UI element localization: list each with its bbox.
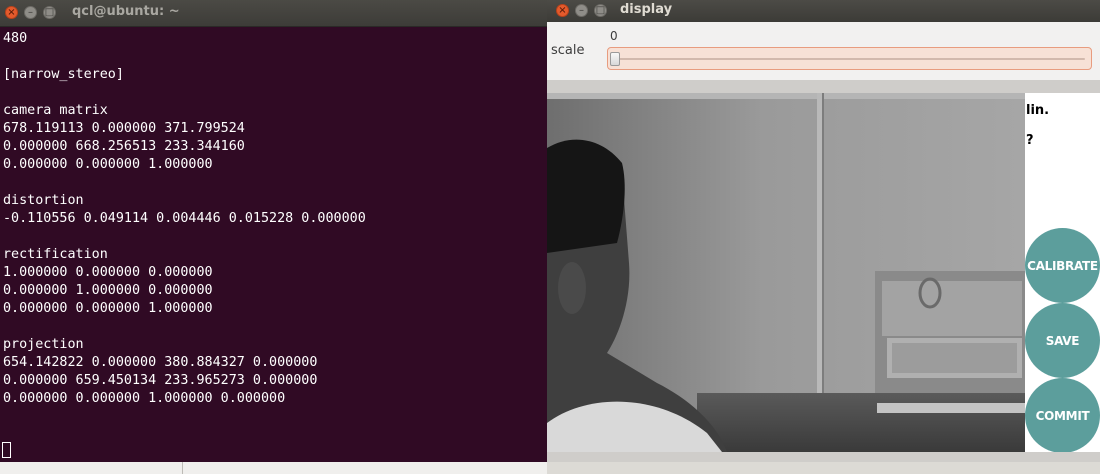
terminal-line: projection (3, 337, 84, 352)
terminal-line: 0.000000 0.000000 1.000000 (3, 157, 213, 172)
close-icon[interactable]: × (5, 6, 18, 19)
save-button[interactable]: SAVE (1025, 303, 1100, 378)
control-panel: lin. ? CALIBRATE SAVE COMMIT (1025, 93, 1100, 453)
terminal-line: rectification (3, 247, 108, 262)
desktop-bottom-strip (0, 462, 547, 474)
scale-value: 0 (610, 29, 618, 43)
terminal-line: 678.119113 0.000000 371.799524 (3, 121, 245, 136)
display-bottom-bar (547, 452, 1100, 474)
status-text-question: ? (1026, 133, 1034, 148)
terminal-line: -0.110556 0.049114 0.004446 0.015228 0.0… (3, 211, 366, 226)
terminal-titlebar: × – □ qcl@ubuntu: ~ (0, 0, 547, 27)
terminal-line: 654.142822 0.000000 380.884327 0.000000 (3, 355, 318, 370)
terminal-line: 0.000000 659.450134 233.965273 0.000000 (3, 373, 318, 388)
maximize-icon[interactable]: □ (594, 4, 607, 17)
separator-band (547, 80, 1100, 93)
terminal-line: camera matrix (3, 103, 108, 118)
maximize-icon[interactable]: □ (43, 6, 56, 19)
terminal-window: × – □ qcl@ubuntu: ~ 480 [narrow_stereo]ca… (0, 0, 547, 462)
terminal-title: qcl@ubuntu: ~ (72, 4, 180, 19)
close-icon[interactable]: × (556, 4, 569, 17)
terminal-line: 0.000000 1.000000 0.000000 (3, 283, 213, 298)
minimize-icon[interactable]: – (575, 4, 588, 17)
commit-button[interactable]: COMMIT (1025, 378, 1100, 453)
slider-groove (614, 58, 1085, 60)
scale-label: scale (551, 43, 585, 58)
status-text-lin: lin. (1026, 103, 1050, 118)
slider-handle[interactable] (610, 52, 620, 66)
terminal-line: 1.000000 0.000000 0.000000 (3, 265, 213, 280)
terminal-line: 480 (3, 31, 28, 46)
terminal-line: 0.000000 0.000000 1.000000 0.000000 (3, 391, 286, 406)
display-titlebar: × – □ display (547, 0, 1100, 22)
minimize-icon[interactable]: – (24, 6, 37, 19)
terminal-line: 0.000000 0.000000 1.000000 (3, 301, 213, 316)
terminal-output[interactable]: 480 [narrow_stereo]camera matrix 678.11911… (3, 30, 543, 408)
calibrate-button[interactable]: CALIBRATE (1025, 228, 1100, 303)
display-title: display (620, 2, 673, 17)
terminal-line: distortion (3, 193, 84, 208)
terminal-line: 0.000000 668.256513 233.344160 (3, 139, 245, 154)
scale-slider[interactable] (607, 47, 1092, 70)
terminal-line: [narrow_stereo] (3, 67, 124, 82)
scale-toolbar: scale 0 (547, 22, 1100, 80)
terminal-cursor (2, 442, 11, 458)
display-window: × – □ display scale 0 lin. ? CALIBRATE S… (547, 0, 1100, 474)
camera-scene (547, 93, 1025, 452)
camera-image (547, 93, 1025, 452)
